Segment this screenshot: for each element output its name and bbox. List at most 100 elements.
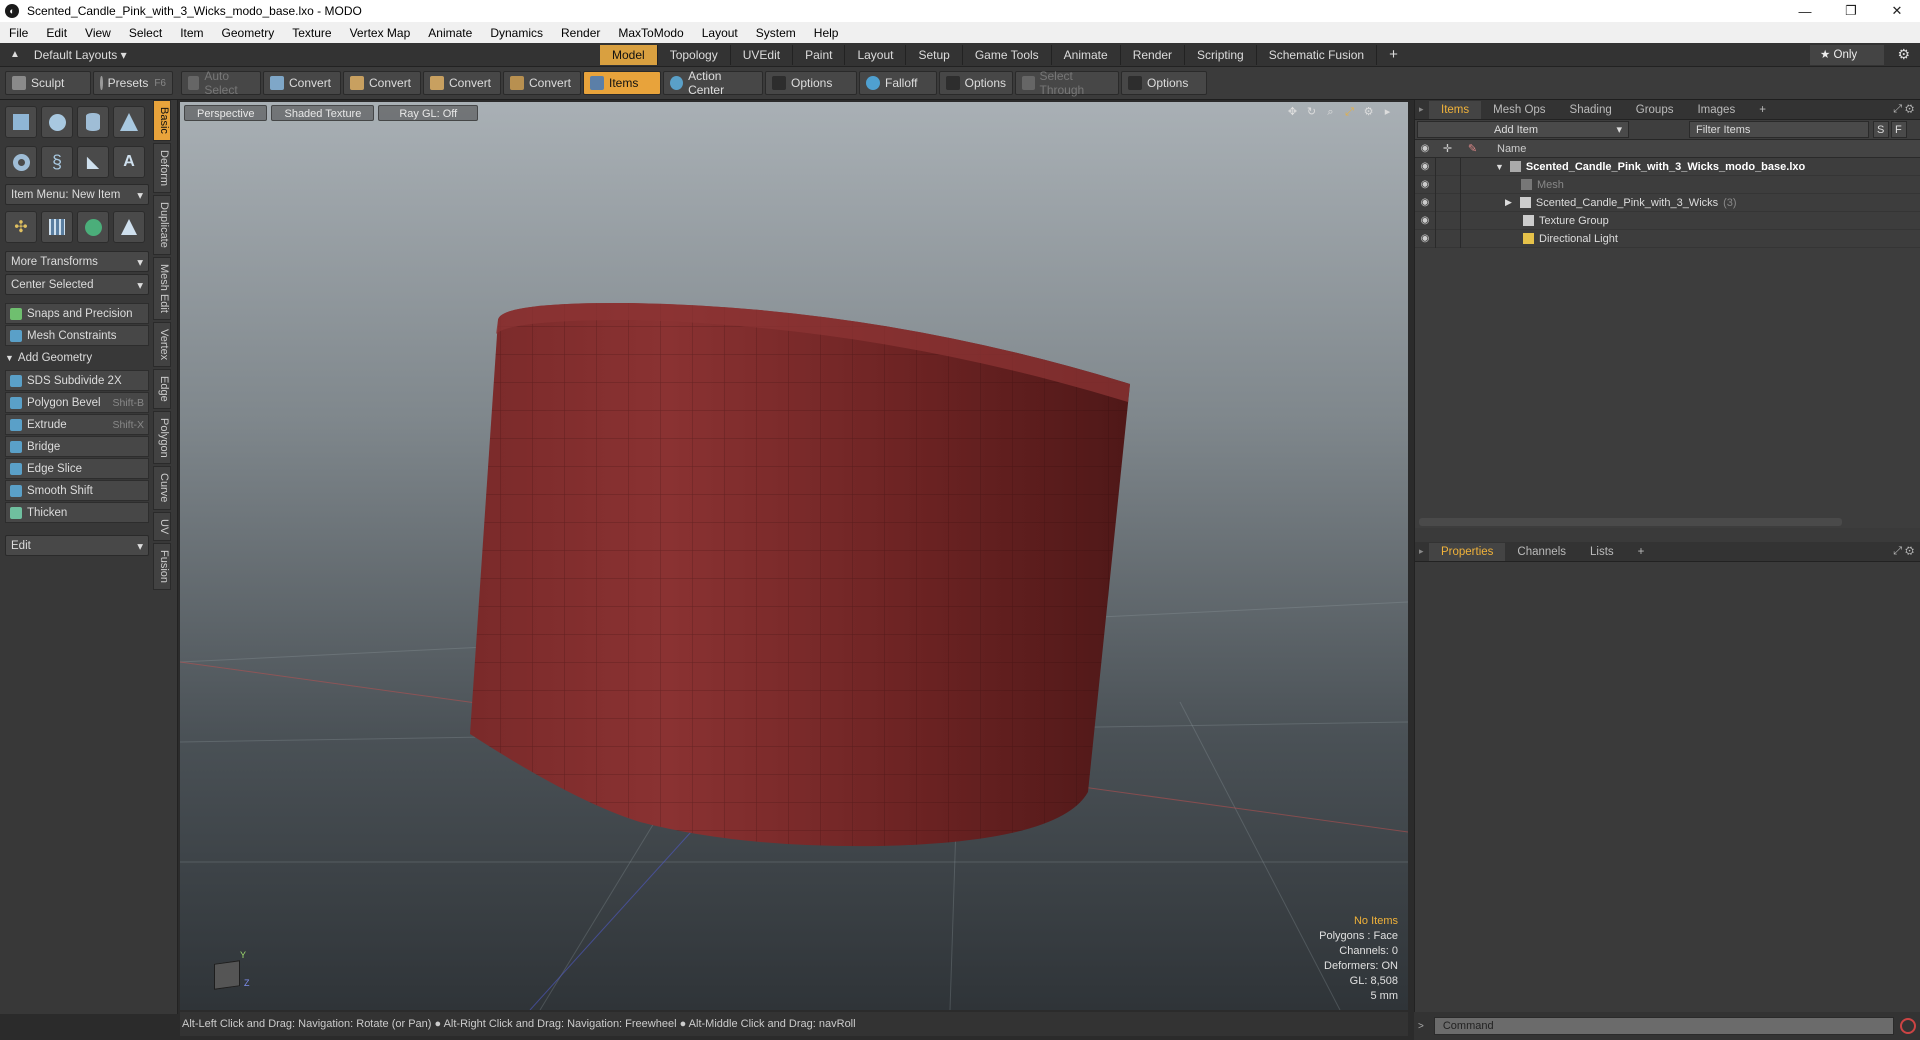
zoom-icon[interactable]: ⌕	[1324, 106, 1337, 119]
tab-layout[interactable]: Layout	[845, 44, 907, 65]
vtab-uv[interactable]: UV	[153, 511, 171, 542]
thicken-button[interactable]: Thicken	[5, 502, 149, 523]
tab-paint[interactable]: Paint	[793, 44, 846, 65]
tab-lists[interactable]: Lists	[1578, 543, 1626, 561]
menu-item[interactable]: Item	[171, 26, 212, 40]
more-transforms-dropdown[interactable]: More Transforms ▾	[5, 251, 149, 272]
menu-vertex-map[interactable]: Vertex Map	[341, 26, 420, 40]
tab-animate[interactable]: Animate	[1052, 44, 1121, 65]
ruler-tool-button[interactable]	[113, 211, 145, 243]
visibility-toggle[interactable]: ◉	[1415, 179, 1435, 190]
tab-channels[interactable]: Channels	[1505, 543, 1578, 561]
menu-animate[interactable]: Animate	[419, 26, 481, 40]
default-layouts-dropdown[interactable]: Default Layouts ▾	[34, 48, 127, 62]
tree-row-texture-group[interactable]: ◉ Texture Group	[1415, 211, 1920, 230]
menu-help[interactable]: Help	[805, 26, 848, 40]
minimize-button[interactable]: —	[1782, 0, 1828, 22]
tab-uvedit[interactable]: UVEdit	[731, 44, 794, 65]
presets-button[interactable]: Presets F6	[93, 71, 173, 95]
torus-tool-button[interactable]	[5, 146, 37, 178]
tab-topology[interactable]: Topology	[658, 44, 731, 65]
menu-select[interactable]: Select	[120, 26, 171, 40]
item-menu-dropdown[interactable]: Item Menu: New Item ▾	[5, 184, 149, 205]
add-tab-button[interactable]: +	[1377, 45, 1410, 65]
falloff-options-button[interactable]: Options	[939, 71, 1013, 95]
tab-render[interactable]: Render	[1121, 44, 1186, 65]
tree-row-directional-light[interactable]: ◉ Directional Light	[1415, 229, 1920, 248]
tab-mesh-ops[interactable]: Mesh Ops	[1481, 101, 1557, 119]
only-toggle[interactable]: ★ Only	[1810, 45, 1884, 65]
tab-schematic-fusion[interactable]: Schematic Fusion	[1257, 44, 1378, 65]
globe-tool-button[interactable]	[77, 211, 109, 243]
tube-tool-button[interactable]: §	[41, 146, 73, 178]
close-button[interactable]: ✕	[1874, 0, 1920, 22]
f-button[interactable]: F	[1891, 121, 1907, 138]
menu-geometry[interactable]: Geometry	[213, 26, 284, 40]
chevron-right-icon[interactable]: ▶	[1505, 197, 1512, 208]
tree-row-candle[interactable]: ◉ ▶ Scented_Candle_Pink_with_3_Wicks (3)	[1415, 193, 1920, 212]
text-tool-button[interactable]: A	[113, 146, 145, 178]
add-tab-icon[interactable]: +	[1626, 543, 1657, 561]
auto-select-button[interactable]: Auto Select	[181, 69, 261, 97]
pen-tool-button[interactable]: ◣	[77, 146, 109, 178]
menu-edit[interactable]: Edit	[37, 26, 76, 40]
expand-arrow-icon[interactable]: ▸	[1381, 106, 1394, 119]
extrude-button[interactable]: Extrude Shift-X	[5, 414, 149, 435]
horizontal-scrollbar[interactable]	[1419, 518, 1842, 526]
panel-settings-icon[interactable]: ⤢ ⚙	[1893, 103, 1914, 116]
tree-row-scene[interactable]: ◉ ▼ Scented_Candle_Pink_with_3_Wicks_mod…	[1415, 157, 1920, 176]
tab-items[interactable]: Items	[1429, 100, 1482, 119]
select-options-button[interactable]: Options	[1121, 71, 1207, 95]
menu-layout[interactable]: Layout	[693, 26, 747, 40]
panel-menu-icon[interactable]: ▸	[1419, 546, 1429, 557]
tab-images[interactable]: Images	[1685, 101, 1747, 119]
vtab-basic[interactable]: Basic	[153, 100, 171, 141]
edit-dropdown[interactable]: Edit ▾	[5, 535, 149, 556]
snaps-precision-button[interactable]: Snaps and Precision	[5, 303, 149, 324]
perspective-tab[interactable]: Perspective	[184, 105, 268, 121]
ray-gl-tab[interactable]: Ray GL: Off	[378, 105, 479, 121]
panel-menu-icon[interactable]: ▸	[1419, 104, 1429, 115]
visibility-toggle[interactable]: ◉	[1415, 197, 1435, 208]
convert-button-2[interactable]: Convert	[343, 71, 421, 95]
grid-tool-button[interactable]	[41, 211, 73, 243]
menu-file[interactable]: File	[0, 26, 37, 40]
convert-button-4[interactable]: Convert	[503, 71, 581, 95]
panel-settings-icon[interactable]: ⤢ ⚙	[1893, 545, 1914, 558]
center-selected-dropdown[interactable]: Center Selected ▾	[5, 274, 149, 295]
cube-tool-button[interactable]	[5, 106, 37, 138]
items-mode-button[interactable]: Items	[583, 71, 661, 95]
restore-button[interactable]: ❐	[1828, 0, 1874, 22]
cone-tool-button[interactable]	[113, 106, 145, 138]
collapse-icon[interactable]: ▲	[10, 49, 20, 60]
shaded-texture-tab[interactable]: Shaded Texture	[271, 105, 375, 121]
sphere-tool-button[interactable]	[41, 106, 73, 138]
gear-icon[interactable]: ⚙	[1897, 46, 1910, 63]
tab-game-tools[interactable]: Game Tools	[963, 44, 1052, 65]
polygon-bevel-button[interactable]: Polygon Bevel Shift-B	[5, 392, 149, 413]
tree-row-mesh[interactable]: ◉ Mesh	[1415, 175, 1920, 194]
menu-view[interactable]: View	[76, 26, 120, 40]
menu-texture[interactable]: Texture	[283, 26, 340, 40]
add-item-dropdown[interactable]: Add Item ▾	[1417, 121, 1629, 138]
tab-shading[interactable]: Shading	[1558, 101, 1624, 119]
visibility-toggle[interactable]: ◉	[1415, 233, 1435, 244]
menu-system[interactable]: System	[747, 26, 805, 40]
menu-maxtomodo[interactable]: MaxToModo	[609, 26, 692, 40]
command-input[interactable]: Command	[1433, 1017, 1894, 1035]
sds-subdivide-button[interactable]: SDS Subdivide 2X	[5, 370, 149, 391]
visibility-toggle[interactable]: ◉	[1415, 161, 1435, 172]
3d-viewport[interactable]: Perspective Shaded Texture Ray GL: Off ✥…	[180, 102, 1408, 1010]
pan-icon[interactable]: ✥	[1286, 106, 1299, 119]
add-geometry-header[interactable]: ▼ Add Geometry	[5, 349, 149, 367]
vtab-vertex[interactable]: Vertex	[153, 321, 171, 367]
cylinder-tool-button[interactable]	[77, 106, 109, 138]
chevron-down-icon[interactable]: ▼	[1495, 162, 1504, 172]
vtab-curve[interactable]: Curve	[153, 466, 171, 510]
menu-dynamics[interactable]: Dynamics	[481, 26, 552, 40]
mesh-constraints-button[interactable]: Mesh Constraints	[5, 325, 149, 346]
visibility-toggle[interactable]: ◉	[1415, 215, 1435, 226]
record-icon[interactable]	[1900, 1018, 1916, 1034]
vtab-polygon[interactable]: Polygon	[153, 410, 171, 465]
bridge-button[interactable]: Bridge	[5, 436, 149, 457]
